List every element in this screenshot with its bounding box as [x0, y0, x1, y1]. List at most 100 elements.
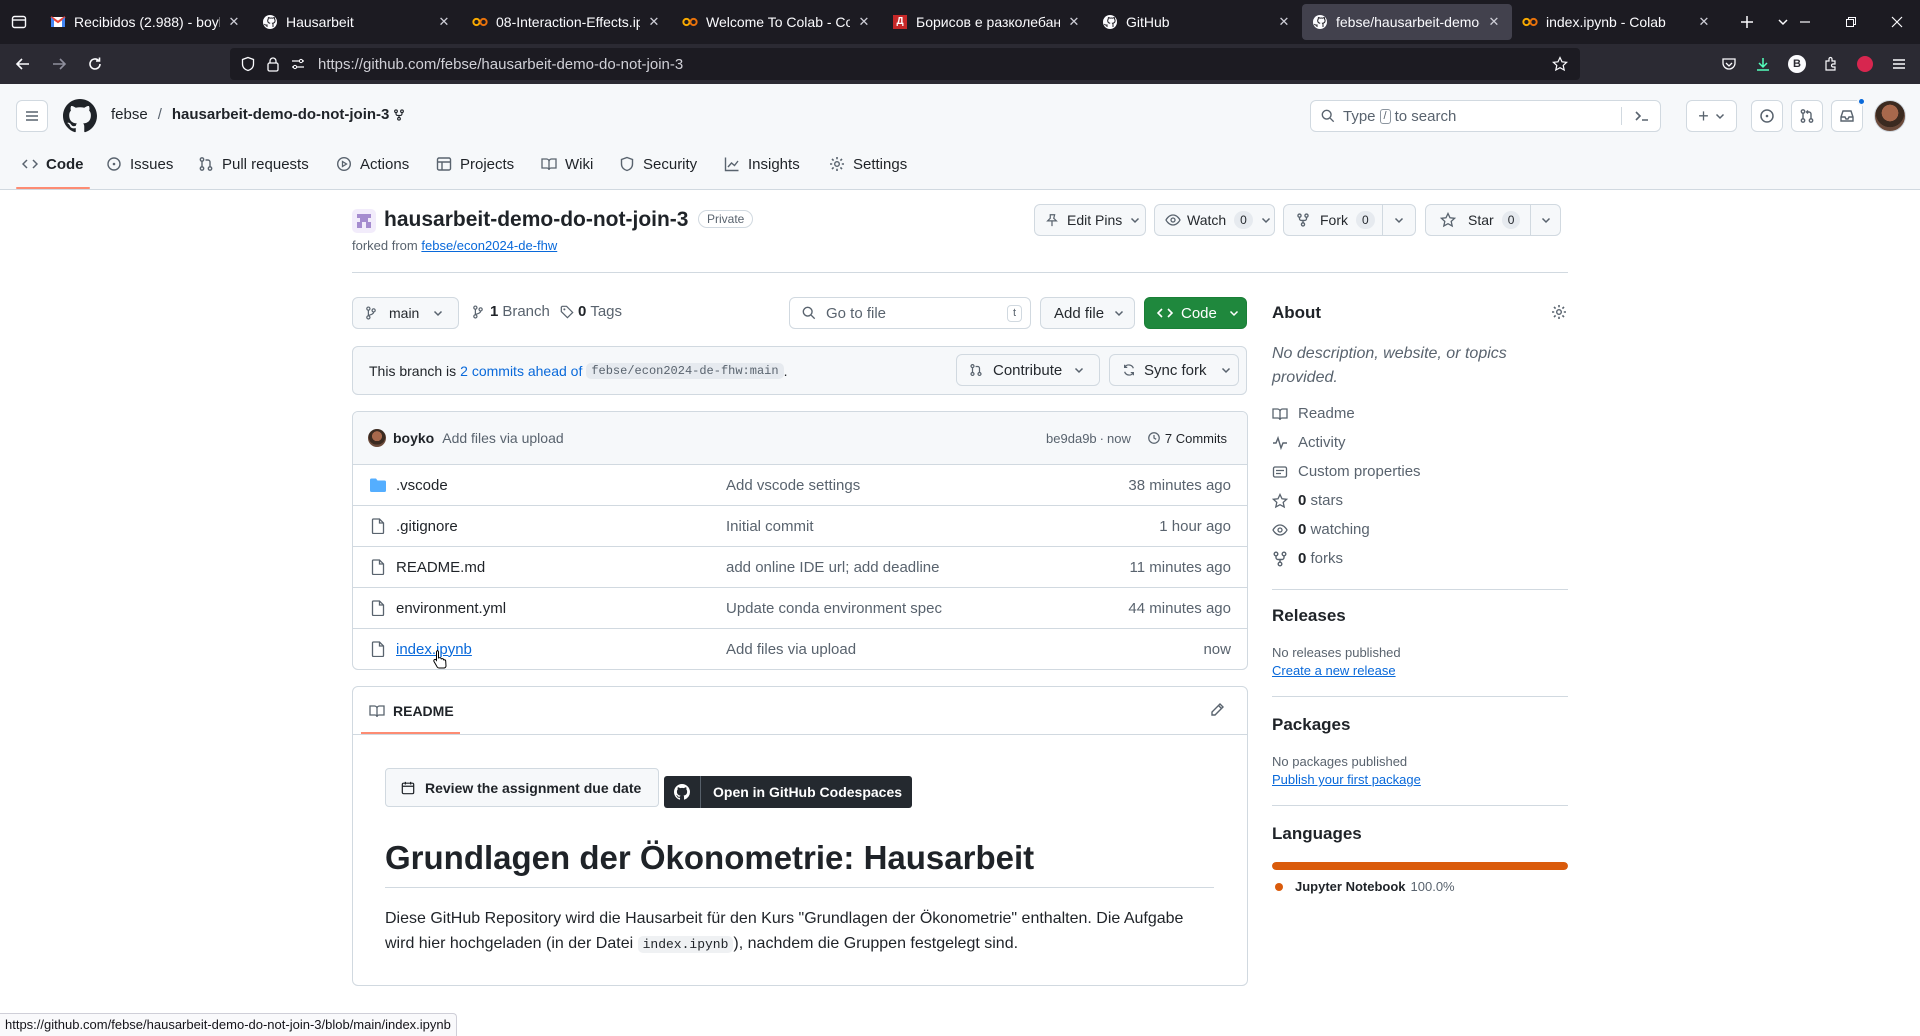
- downloads-icon[interactable]: [1748, 49, 1778, 79]
- tab-list-icon[interactable]: [4, 7, 34, 37]
- chevron-down-icon[interactable]: [1541, 215, 1551, 225]
- new-tab-icon[interactable]: [1732, 7, 1762, 37]
- browser-tab[interactable]: 08-Interaction-Effects.ipynb ✕: [462, 4, 672, 40]
- account-icon[interactable]: B: [1782, 49, 1812, 79]
- fork-button[interactable]: Fork 0: [1283, 204, 1416, 236]
- repo-title[interactable]: hausarbeit-demo-do-not-join-3: [384, 208, 688, 232]
- inbox-button[interactable]: [1831, 97, 1866, 132]
- close-tab-icon[interactable]: ✕: [226, 14, 242, 30]
- sync-fork-button[interactable]: Sync fork: [1109, 354, 1239, 386]
- browser-tab[interactable]: Welcome To Colab - Colab ✕: [672, 4, 882, 40]
- tracking-shield-icon[interactable]: [240, 56, 256, 72]
- table-row[interactable]: index.ipynb Add files via upload now: [353, 628, 1247, 669]
- tab-settings[interactable]: Settings: [829, 144, 907, 184]
- file-commit-message[interactable]: Add files via upload: [726, 641, 856, 658]
- close-tab-icon[interactable]: ✕: [856, 14, 872, 30]
- pencil-icon[interactable]: [1209, 702, 1225, 718]
- url-bar[interactable]: https://github.com/febse/hausarbeit-demo…: [230, 48, 1580, 80]
- tab-projects[interactable]: Projects: [436, 144, 514, 184]
- tab-code[interactable]: Code: [22, 144, 84, 184]
- file-name-link[interactable]: .gitignore: [396, 518, 458, 535]
- file-name-link[interactable]: .vscode: [396, 477, 448, 494]
- table-row[interactable]: .gitignore Initial commit 1 hour ago: [353, 505, 1247, 546]
- about-item-custom-properties[interactable]: Custom properties: [1272, 463, 1421, 480]
- browser-tab[interactable]: Recibidos (2.988) - boyko ✕: [40, 4, 252, 40]
- table-row[interactable]: .vscode Add vscode settings 38 minutes ago: [353, 464, 1247, 505]
- back-icon[interactable]: [8, 49, 38, 79]
- minimize-window-icon[interactable]: [1782, 7, 1828, 37]
- tab-actions[interactable]: Actions: [336, 144, 409, 184]
- about-item-stars[interactable]: 0 stars: [1272, 492, 1343, 509]
- edit-pins-button[interactable]: Edit Pins: [1034, 204, 1146, 236]
- review-due-date-button[interactable]: Review the assignment due date: [385, 768, 659, 807]
- about-item-readme[interactable]: Readme: [1272, 405, 1355, 422]
- file-commit-message[interactable]: Initial commit: [726, 518, 814, 535]
- create-release-link[interactable]: Create a new release: [1272, 663, 1396, 678]
- forked-from-link[interactable]: febse/econ2024-de-fhw: [421, 238, 557, 253]
- open-codespaces-button[interactable]: Open in GitHub Codespaces: [664, 776, 912, 808]
- readme-tab[interactable]: README: [369, 687, 454, 735]
- close-tab-icon[interactable]: ✕: [646, 14, 662, 30]
- close-tab-icon[interactable]: ✕: [1276, 14, 1292, 30]
- pull-requests-button[interactable]: [1791, 100, 1823, 132]
- file-commit-message[interactable]: Add vscode settings: [726, 477, 860, 494]
- tab-pull-requests[interactable]: Pull requests: [198, 144, 309, 184]
- issues-button[interactable]: [1751, 100, 1783, 132]
- gear-icon[interactable]: [1551, 304, 1567, 320]
- app-menu-icon[interactable]: [1884, 49, 1914, 79]
- url-text[interactable]: https://github.com/febse/hausarbeit-demo…: [318, 56, 683, 73]
- browser-tab[interactable]: febse/hausarbeit-demo-do-not-join-3 ✕: [1302, 4, 1512, 40]
- repo-link[interactable]: hausarbeit-demo-do-not-join-3: [172, 106, 390, 123]
- commit-author[interactable]: boyko: [393, 430, 434, 446]
- file-name-link[interactable]: README.md: [396, 559, 485, 576]
- create-new-button[interactable]: +: [1686, 100, 1737, 132]
- file-commit-message[interactable]: add online IDE url; add deadline: [726, 559, 940, 576]
- restore-window-icon[interactable]: [1828, 7, 1874, 37]
- publish-package-link[interactable]: Publish your first package: [1272, 772, 1421, 787]
- releases-title[interactable]: Releases: [1272, 606, 1346, 626]
- close-tab-icon[interactable]: ✕: [1486, 14, 1502, 30]
- commit-hash[interactable]: be9da9b: [1046, 431, 1097, 446]
- bookmark-star-icon[interactable]: [1552, 56, 1568, 72]
- close-tab-icon[interactable]: ✕: [1696, 14, 1712, 30]
- tab-issues[interactable]: Issues: [106, 144, 173, 184]
- extensions-icon[interactable]: [1816, 49, 1846, 79]
- branches-link[interactable]: 1 Branch: [472, 303, 550, 320]
- language-item[interactable]: Jupyter Notebook 100.0%: [1275, 879, 1455, 894]
- contribute-button[interactable]: Contribute: [956, 354, 1100, 386]
- lock-icon[interactable]: [266, 56, 280, 72]
- browser-tab[interactable]: Д Борисов е разколебан ✕: [882, 4, 1092, 40]
- site-permissions-icon[interactable]: [290, 56, 306, 72]
- close-window-icon[interactable]: [1874, 7, 1920, 37]
- owner-link[interactable]: febse: [111, 106, 148, 123]
- file-commit-message[interactable]: Update conda environment spec: [726, 600, 942, 617]
- about-item-forks[interactable]: 0 forks: [1272, 550, 1343, 567]
- add-file-button[interactable]: Add file: [1040, 297, 1135, 329]
- commit-message[interactable]: Add files via upload: [442, 430, 563, 446]
- tab-insights[interactable]: Insights: [724, 144, 800, 184]
- profile-extension-icon[interactable]: [1850, 49, 1880, 79]
- file-name-link[interactable]: environment.yml: [396, 600, 506, 617]
- file-name-link[interactable]: index.ipynb: [396, 641, 472, 658]
- close-tab-icon[interactable]: ✕: [1066, 14, 1082, 30]
- command-palette-icon[interactable]: [1634, 108, 1650, 124]
- reload-icon[interactable]: [80, 49, 110, 79]
- chevron-down-icon[interactable]: [1394, 215, 1404, 225]
- browser-tab[interactable]: GitHub ✕: [1092, 4, 1302, 40]
- table-row[interactable]: README.md add online IDE url; add deadlin…: [353, 546, 1247, 587]
- star-button[interactable]: Star 0: [1425, 204, 1561, 236]
- commits-ahead-link[interactable]: 2 commits ahead of: [460, 363, 582, 379]
- browser-tab[interactable]: Hausarbeit ✕: [252, 4, 462, 40]
- pocket-icon[interactable]: [1714, 49, 1744, 79]
- tab-wiki[interactable]: Wiki: [541, 144, 593, 184]
- close-tab-icon[interactable]: ✕: [436, 14, 452, 30]
- github-logo-icon[interactable]: [63, 99, 97, 133]
- browser-tab[interactable]: index.ipynb - Colab ✕: [1512, 4, 1722, 40]
- commit-author-avatar[interactable]: [368, 429, 386, 447]
- packages-title[interactable]: Packages: [1272, 715, 1350, 735]
- search-input[interactable]: Type / to search: [1310, 100, 1661, 132]
- code-button[interactable]: Code: [1144, 297, 1247, 329]
- tab-security[interactable]: Security: [619, 144, 697, 184]
- table-row[interactable]: environment.yml Update conda environment …: [353, 587, 1247, 628]
- hamburger-menu-button[interactable]: [16, 100, 48, 132]
